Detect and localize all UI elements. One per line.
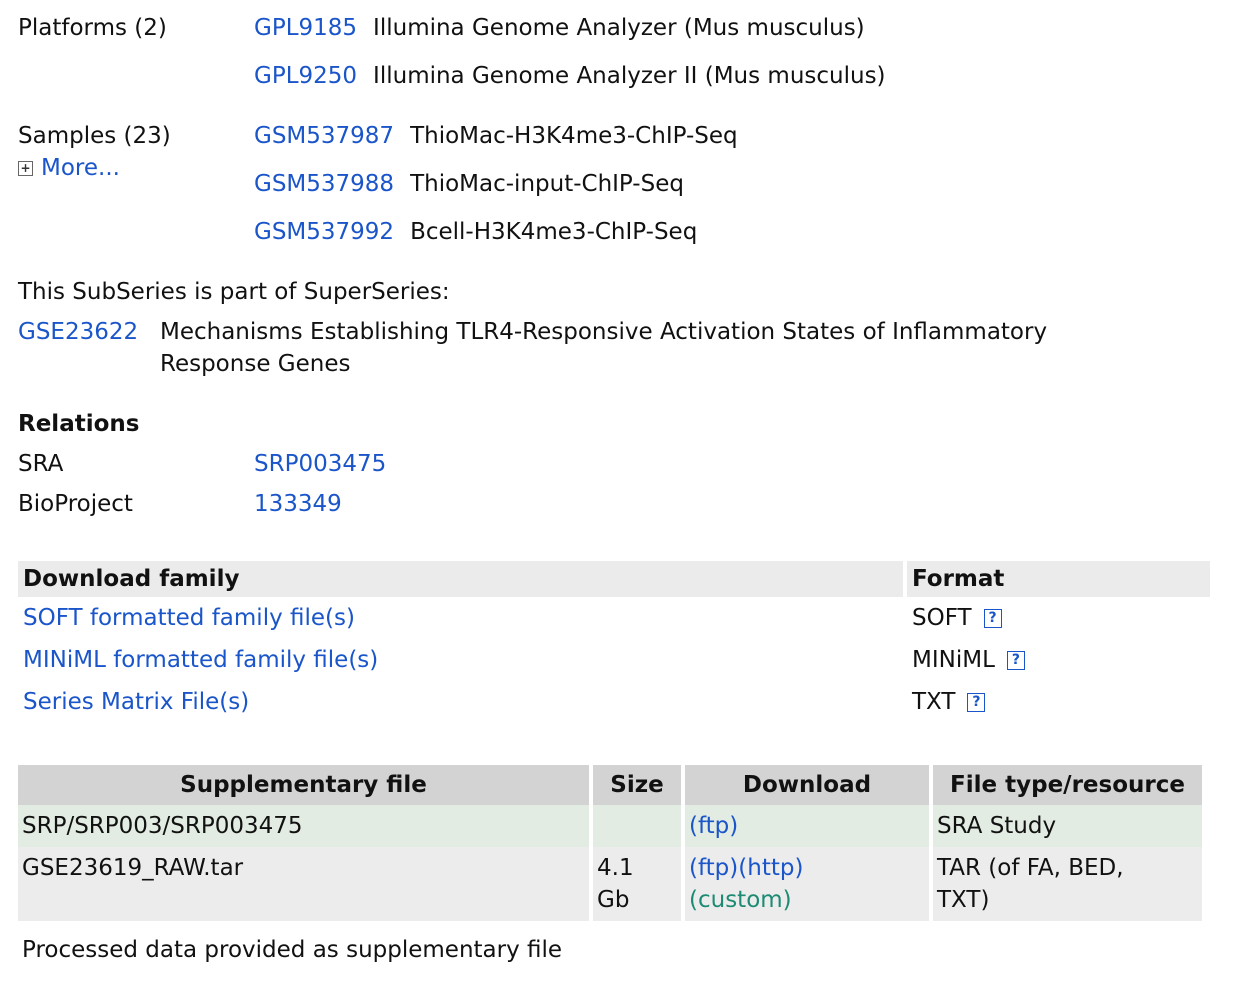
custom-link[interactable]: (custom) bbox=[689, 887, 792, 913]
format-heading: Format bbox=[907, 561, 1210, 597]
ftp-link[interactable]: (ftp) bbox=[689, 855, 738, 881]
format-label: SOFT bbox=[912, 605, 972, 631]
sample-link[interactable]: GSM537988 bbox=[254, 171, 394, 197]
table-row: GSE23619_RAW.tar 4.1 Gb (ftp)(http) (custo… bbox=[18, 847, 1202, 921]
ftp-link[interactable]: (ftp) bbox=[689, 813, 738, 839]
series-matrix-link[interactable]: Series Matrix File(s) bbox=[23, 689, 249, 715]
relation-label: SRA bbox=[18, 451, 64, 477]
download-links: (ftp)(http) (custom) bbox=[685, 847, 929, 921]
download-cell: Series Matrix File(s) bbox=[18, 681, 903, 723]
platform-link[interactable]: GPL9185 bbox=[254, 15, 357, 41]
file-type: SRA Study bbox=[933, 805, 1202, 847]
supplementary-note: Processed data provided as supplementary… bbox=[22, 937, 563, 963]
relation-bioproject-link[interactable]: 133349 bbox=[254, 491, 342, 517]
size-heading: Size bbox=[593, 765, 681, 805]
sample-row: GSM537987 ThioMac-H3K4me3-ChIP-Seq bbox=[254, 120, 738, 152]
download-links: (ftp) bbox=[685, 805, 929, 847]
superseries-title: Mechanisms Establishing TLR4-Responsive … bbox=[160, 319, 1048, 345]
more-samples-link[interactable]: More... bbox=[41, 155, 120, 181]
platform-title: Illumina Genome Analyzer (Mus musculus) bbox=[373, 15, 865, 41]
download-cell: SOFT formatted family file(s) bbox=[18, 597, 903, 639]
sample-link[interactable]: GSM537987 bbox=[254, 123, 394, 149]
platform-title: Illumina Genome Analyzer II (Mus musculu… bbox=[373, 63, 886, 89]
file-name: SRP/SRP003/SRP003475 bbox=[18, 805, 589, 847]
supplementary-file-heading: Supplementary file bbox=[18, 765, 589, 805]
superseries-title-cont: Response Genes bbox=[160, 351, 351, 377]
help-icon[interactable]: ? bbox=[967, 693, 986, 712]
help-icon[interactable]: ? bbox=[1006, 651, 1025, 670]
file-name: GSE23619_RAW.tar bbox=[18, 847, 589, 921]
supplementary-table: Supplementary file Size Download File ty… bbox=[14, 765, 1206, 921]
file-type-line: TAR (of FA, BED, bbox=[937, 855, 1124, 881]
miniml-family-link[interactable]: MINiML formatted family file(s) bbox=[23, 647, 378, 673]
file-type: TAR (of FA, BED, TXT) bbox=[933, 847, 1202, 921]
download-family-heading: Download family bbox=[18, 561, 903, 597]
soft-family-link[interactable]: SOFT formatted family file(s) bbox=[23, 605, 355, 631]
table-row: SRP/SRP003/SRP003475 (ftp) SRA Study bbox=[18, 805, 1202, 847]
file-size bbox=[593, 805, 681, 847]
more-samples-toggle[interactable]: + More... bbox=[18, 152, 120, 184]
download-cell: MINiML formatted family file(s) bbox=[18, 639, 903, 681]
supplementary-header: Supplementary file Size Download File ty… bbox=[18, 765, 1202, 805]
platform-link[interactable]: GPL9250 bbox=[254, 63, 357, 89]
relation-label: BioProject bbox=[18, 491, 133, 517]
help-icon[interactable]: ? bbox=[983, 609, 1002, 628]
format-label: TXT bbox=[912, 689, 956, 715]
sample-title: Bcell-H3K4me3-ChIP-Seq bbox=[410, 219, 698, 245]
file-size-unit: Gb bbox=[597, 887, 630, 913]
samples-label: Samples (23) bbox=[18, 123, 171, 149]
table-row: SOFT formatted family file(s) SOFT? bbox=[18, 597, 1210, 639]
http-link[interactable]: (http) bbox=[738, 855, 803, 881]
platform-row: GPL9250 Illumina Genome Analyzer II (Mus … bbox=[254, 60, 886, 92]
table-row: Series Matrix File(s) TXT? bbox=[18, 681, 1210, 723]
format-cell: SOFT? bbox=[907, 597, 1210, 639]
superseries-link-wrap: GSE23622 bbox=[18, 316, 138, 348]
relation-sra-link[interactable]: SRP003475 bbox=[254, 451, 386, 477]
sample-title: ThioMac-H3K4me3-ChIP-Seq bbox=[410, 123, 738, 149]
file-type-heading: File type/resource bbox=[933, 765, 1202, 805]
sample-row: GSM537988 ThioMac-input-ChIP-Seq bbox=[254, 168, 684, 200]
platforms-label: Platforms (2) bbox=[18, 15, 167, 41]
plus-icon: + bbox=[18, 161, 33, 176]
platform-row: GPL9185 Illumina Genome Analyzer (Mus mus… bbox=[254, 12, 865, 44]
format-cell: MINiML? bbox=[907, 639, 1210, 681]
sample-link[interactable]: GSM537992 bbox=[254, 219, 394, 245]
file-size: 4.1 Gb bbox=[593, 847, 681, 921]
download-family-header: Download family Format bbox=[18, 561, 1210, 597]
format-label: MINiML bbox=[912, 647, 995, 673]
file-type-line: TXT) bbox=[937, 887, 990, 913]
relation-bioproject-link-wrap: 133349 bbox=[254, 488, 342, 520]
file-size-value: 4.1 bbox=[597, 855, 634, 881]
relation-sra-link-wrap: SRP003475 bbox=[254, 448, 386, 480]
table-row: MINiML formatted family file(s) MINiML? bbox=[18, 639, 1210, 681]
format-cell: TXT? bbox=[907, 681, 1210, 723]
download-heading: Download bbox=[685, 765, 929, 805]
relations-heading: Relations bbox=[18, 411, 140, 437]
download-family-table: Download family Format SOFT formatted fa… bbox=[18, 561, 1210, 723]
superseries-intro: This SubSeries is part of SuperSeries: bbox=[18, 279, 450, 305]
sample-row: GSM537992 Bcell-H3K4me3-ChIP-Seq bbox=[254, 216, 697, 248]
sample-title: ThioMac-input-ChIP-Seq bbox=[410, 171, 684, 197]
superseries-link[interactable]: GSE23622 bbox=[18, 319, 138, 345]
